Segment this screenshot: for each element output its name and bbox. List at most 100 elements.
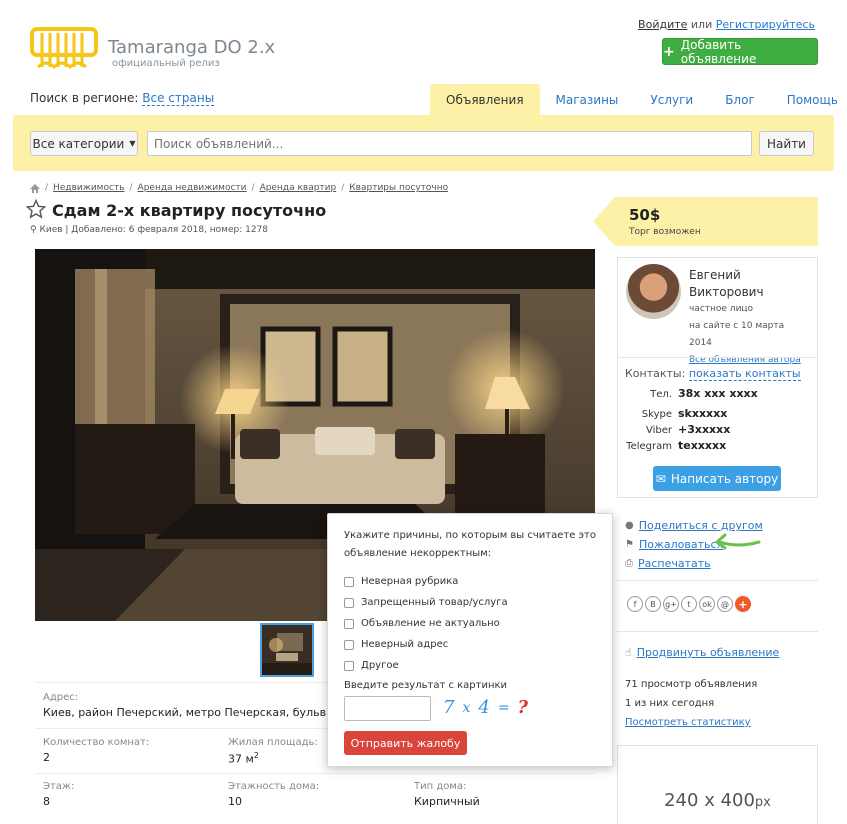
more-share-icon[interactable]: + — [735, 596, 751, 612]
register-link[interactable]: Регистрируйтесь — [716, 18, 815, 31]
add-listing-label: Добавить объявление — [680, 37, 757, 66]
category-dropdown[interactable]: Все категории ▼ — [30, 131, 138, 156]
detail-house-type: Тип дома: Кирпичный — [414, 781, 480, 808]
area-sup: 2 — [253, 751, 259, 760]
checkbox[interactable] — [344, 618, 354, 629]
brand-subtitle: официальный релиз — [112, 58, 220, 69]
location-pin-icon: ⚲ — [30, 225, 37, 235]
stats-link[interactable]: Посмотреть статистику — [625, 717, 751, 728]
vkontakte-icon[interactable]: В — [645, 596, 661, 612]
detail-rooms: Количество комнат: 2 — [43, 737, 149, 764]
captcha-char: x — [462, 699, 471, 716]
detail-area: Жилая площадь: 37 м2 — [228, 737, 318, 766]
divider — [35, 773, 595, 774]
flag-icon: ⚑ — [625, 539, 634, 550]
divider — [617, 357, 818, 358]
captcha-input[interactable] — [344, 696, 431, 721]
detail-floors: Этажность дома: 10 — [228, 781, 319, 808]
hand-icon: ☝ — [625, 646, 632, 659]
detail-address: Адрес: Киев, район Печерский, метро Пече… — [43, 692, 352, 719]
captcha-char: 4 — [478, 697, 490, 718]
find-button[interactable]: Найти — [759, 131, 814, 156]
breadcrumb-daily[interactable]: Квартиры посуточно — [349, 183, 448, 193]
logo-icon[interactable] — [30, 25, 98, 71]
home-icon[interactable] — [30, 183, 40, 193]
checkbox[interactable] — [344, 639, 354, 650]
submit-report-button[interactable]: Отправить жалобу — [344, 731, 467, 755]
divider — [35, 728, 327, 729]
reason-wrong-address[interactable]: Неверный адрес — [344, 634, 604, 655]
main-tabs: Объявления Магазины Услуги Блог Помощь — [430, 84, 847, 115]
mail-icon[interactable]: @ — [717, 596, 733, 612]
listing-meta: ⚲ Киев | Добавлено: 6 февраля 2018, номе… — [30, 225, 268, 235]
report-link[interactable]: Пожаловаться — [639, 535, 723, 554]
avatar[interactable] — [626, 264, 681, 319]
contact-value: skxxxxx — [678, 407, 728, 420]
views-today: 1 из них сегодня — [625, 698, 715, 709]
google-plus-icon[interactable]: g+ — [663, 596, 679, 612]
search-input[interactable] — [147, 131, 752, 156]
checkbox[interactable] — [344, 576, 354, 587]
address-value: Киев, район Печерский, метро Печерская, … — [43, 706, 352, 719]
contact-label: Telegram — [626, 441, 672, 452]
breadcrumb-rent[interactable]: Аренда недвижимости — [138, 183, 247, 193]
facebook-icon[interactable]: f — [627, 596, 643, 612]
contact-label: Skype — [641, 409, 672, 420]
favorite-star-icon[interactable] — [26, 199, 46, 219]
breadcrumb-apartments[interactable]: Аренда квартир — [260, 183, 337, 193]
divider — [617, 631, 818, 632]
checkbox[interactable] — [344, 660, 354, 671]
show-contacts-link[interactable]: показать контакты — [688, 367, 801, 381]
reason-not-actual[interactable]: Объявление не актуально — [344, 613, 604, 634]
login-link[interactable]: Войдите — [638, 18, 687, 31]
region-selector: Поиск в регионе: Все страны — [30, 91, 215, 106]
write-author-button[interactable]: ✉ Написать автору — [653, 466, 781, 491]
ad-banner-size: 240 x 400px — [617, 790, 818, 811]
ad-banner[interactable] — [617, 745, 818, 824]
reason-label: Другое — [361, 659, 399, 671]
contact-value: 38x xxx xxxx — [678, 387, 758, 400]
contact-skype: Skype skxxxxx — [625, 406, 801, 422]
listing-title: Сдам 2-х квартиру посуточно — [52, 201, 327, 220]
reason-other[interactable]: Другое — [344, 655, 604, 676]
tab-shops[interactable]: Магазины — [540, 84, 635, 115]
views-total: 71 просмотр объявления — [625, 679, 758, 690]
contact-viber: Viber +3xxxxx — [625, 422, 801, 438]
area-label: Жилая площадь: — [228, 737, 318, 748]
odnoklassniki-icon[interactable]: ok — [699, 596, 715, 612]
region-link[interactable]: Все страны — [142, 91, 215, 106]
detail-floor: Этаж: 8 — [43, 781, 74, 808]
rooms-label: Количество комнат: — [43, 737, 150, 748]
tab-help[interactable]: Помощь — [771, 84, 847, 115]
photo-thumbnail[interactable] — [260, 623, 314, 677]
tab-listings[interactable]: Объявления — [430, 84, 540, 115]
tab-blog[interactable]: Блог — [709, 84, 771, 115]
contact-label: Тел. — [650, 389, 672, 400]
print-icon: ⎙ — [625, 558, 633, 569]
contact-value: texxxxx — [678, 439, 727, 452]
twitter-icon[interactable]: t — [681, 596, 697, 612]
floor-value: 8 — [43, 795, 50, 808]
tab-services[interactable]: Услуги — [634, 84, 709, 115]
area-value: 37 м2 — [228, 751, 318, 766]
reason-wrong-category[interactable]: Неверная рубрика — [344, 571, 604, 592]
seller-since: на сайте с 10 марта 2014 — [689, 321, 785, 348]
banner-size-text: 240 x 400 — [664, 790, 755, 811]
print-link[interactable]: Распечатать — [638, 554, 711, 573]
house-type-value: Кирпичный — [414, 795, 480, 808]
promote-link[interactable]: Продвинуть объявление — [637, 646, 780, 659]
caret-down-icon: ▼ — [129, 139, 136, 148]
listing-meta-text: Киев | Добавлено: 6 февраля 2018, номер:… — [39, 225, 269, 235]
promote-row: ☝ Продвинуть объявление — [625, 646, 779, 659]
rooms-value: 2 — [43, 751, 50, 764]
reason-forbidden[interactable]: Запрещенный товар/услуга — [344, 592, 604, 613]
captcha-image: 7 x 4 = ? — [443, 697, 528, 718]
floor-label: Этаж: — [43, 781, 75, 792]
add-listing-button[interactable]: + Добавить объявление — [662, 37, 818, 66]
floors-value: 10 — [228, 795, 242, 808]
checkbox[interactable] — [344, 597, 354, 608]
seller-last-name: Викторович — [689, 285, 764, 299]
brand-name[interactable]: Tamaranga DO 2.x — [108, 37, 275, 58]
reason-label: Неверная рубрика — [361, 575, 459, 587]
breadcrumb-realty[interactable]: Недвижимость — [53, 183, 124, 193]
